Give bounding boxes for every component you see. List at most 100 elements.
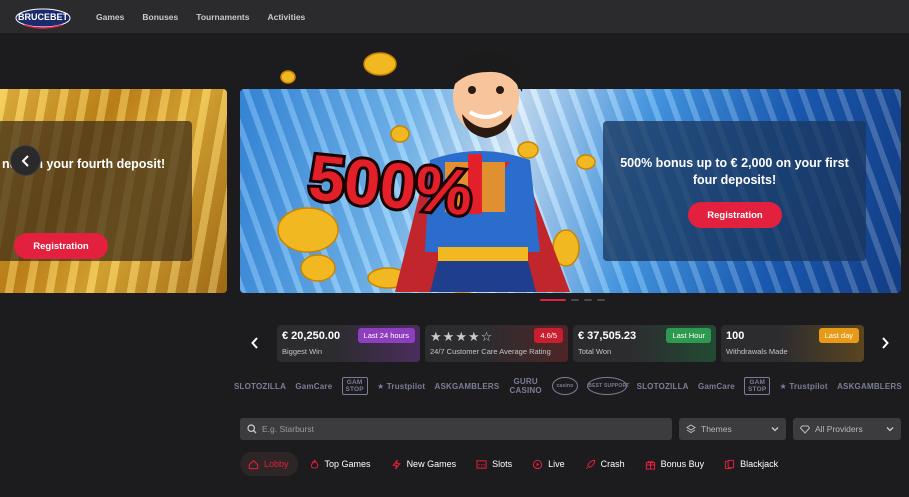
nav-games[interactable]: Games bbox=[96, 12, 124, 22]
partner-logo[interactable]: GamCare bbox=[295, 382, 332, 391]
brucebet-logo[interactable]: BRUCEBET bbox=[14, 3, 72, 30]
partner-logo[interactable]: SLOTOZILLA bbox=[637, 382, 689, 391]
game-search bbox=[240, 418, 672, 440]
star-icon: ★ bbox=[442, 329, 455, 344]
stat-value: € 20,250.00 bbox=[282, 330, 341, 342]
house-icon bbox=[248, 459, 259, 469]
category-lobby[interactable]: Lobby bbox=[240, 452, 298, 476]
carousel-dot[interactable] bbox=[571, 299, 579, 301]
stat-badge: Last Hour bbox=[666, 328, 711, 343]
category-label: Live bbox=[548, 459, 565, 469]
rating-stars: ★ ★ ★ ★ ☆ bbox=[430, 330, 492, 343]
partner-logo[interactable]: ★ Trustpilot bbox=[780, 382, 828, 391]
category-label: Top Games bbox=[324, 459, 371, 469]
promo-title: 500% bonus up to € 2,000 on your first f… bbox=[620, 156, 849, 187]
partner-logo[interactable]: casino bbox=[551, 377, 578, 395]
partner-logo[interactable]: GamCare bbox=[698, 382, 735, 391]
game-categories: Lobby Top Games New Games 777 Slots Live… bbox=[240, 452, 790, 476]
svg-text:777: 777 bbox=[478, 462, 486, 467]
star-half-icon: ☆ bbox=[480, 329, 493, 344]
diamond-icon bbox=[800, 425, 810, 434]
category-crash[interactable]: Crash bbox=[577, 452, 634, 476]
partner-logo[interactable]: ASKGAMBLERS bbox=[837, 382, 902, 391]
search-icon bbox=[247, 424, 257, 434]
category-label: Bonus Buy bbox=[660, 459, 705, 469]
rocket-icon bbox=[585, 459, 595, 469]
category-slots[interactable]: 777 Slots bbox=[468, 452, 521, 476]
top-bar: BRUCEBET Games Bonuses Tournaments Activ… bbox=[0, 0, 909, 33]
promo-slide-previous[interactable]: nus on your fourth deposit! Registration bbox=[0, 89, 227, 293]
category-blackjack[interactable]: Blackjack bbox=[716, 452, 787, 476]
category-label: Slots bbox=[492, 459, 513, 469]
category-live[interactable]: Live bbox=[524, 452, 574, 476]
partner-logo[interactable]: BEST SUPPORT bbox=[587, 377, 629, 395]
partner-label: Trustpilot bbox=[386, 381, 426, 391]
category-label: New Games bbox=[406, 459, 457, 469]
logo-text: BRUCEBET bbox=[18, 12, 69, 22]
stat-biggest-win: € 20,250.00 Biggest Win Last 24 hours bbox=[277, 325, 420, 362]
category-label: Crash bbox=[600, 459, 625, 469]
partner-label: Trustpilot bbox=[789, 381, 828, 391]
stat-withdrawals: 100 Withdrawals Made Last day bbox=[721, 325, 864, 362]
stat-value: 100 bbox=[726, 330, 745, 342]
chevron-left-icon bbox=[21, 154, 29, 167]
partner-logo[interactable]: GAM STOP bbox=[744, 377, 771, 395]
promo-panel: nus on your fourth deposit! Registration bbox=[0, 121, 192, 261]
promo-slide-main[interactable]: 500% bonus up to € 2,000 on your first f… bbox=[240, 89, 901, 293]
carousel-dot[interactable] bbox=[540, 299, 566, 301]
stat-value: € 37,505.23 bbox=[578, 330, 637, 342]
partner-logo[interactable]: GURU CASINO bbox=[509, 377, 543, 395]
stat-label: Withdrawals Made bbox=[726, 347, 788, 356]
slot-icon: 777 bbox=[476, 459, 487, 469]
stats-next-button[interactable] bbox=[877, 333, 893, 353]
nav-bonuses[interactable]: Bonuses bbox=[142, 12, 178, 22]
star-icon: ★ bbox=[467, 329, 480, 344]
carousel-prev-button[interactable] bbox=[10, 145, 41, 176]
stat-label: Total Won bbox=[578, 347, 612, 356]
stat-total-won: € 37,505.23 Total Won Last Hour bbox=[573, 325, 716, 362]
partner-logo[interactable]: SLOTOZILLA bbox=[234, 382, 286, 391]
nav-activities[interactable]: Activities bbox=[267, 12, 305, 22]
search-input[interactable] bbox=[262, 424, 662, 434]
flame-icon bbox=[310, 459, 318, 469]
gift-icon bbox=[645, 460, 655, 470]
category-new-games[interactable]: New Games bbox=[383, 452, 466, 476]
providers-select-value: All Providers bbox=[815, 424, 863, 434]
themes-select-value: Themes bbox=[701, 424, 732, 434]
promo-panel: 500% bonus up to € 2,000 on your first f… bbox=[603, 121, 866, 261]
partner-logo[interactable]: ASKGAMBLERS bbox=[435, 382, 500, 391]
carousel-dot[interactable] bbox=[584, 299, 592, 301]
lightning-icon bbox=[391, 459, 401, 469]
stat-badge: Last 24 hours bbox=[357, 328, 415, 343]
category-label: Lobby bbox=[264, 459, 289, 469]
stat-customer-rating: ★ ★ ★ ★ ☆ 24/7 Customer Care Average Rat… bbox=[425, 325, 568, 362]
chevron-down-icon bbox=[886, 427, 894, 432]
star-icon: ★ bbox=[430, 329, 442, 344]
registration-button[interactable]: Registration bbox=[14, 233, 108, 259]
carousel-dot[interactable] bbox=[597, 299, 605, 301]
registration-button[interactable]: Registration bbox=[688, 202, 782, 228]
chevron-left-icon bbox=[251, 337, 258, 349]
themes-select[interactable]: Themes bbox=[679, 418, 786, 440]
stat-label: Biggest Win bbox=[282, 347, 323, 356]
nav-tournaments[interactable]: Tournaments bbox=[196, 12, 249, 22]
chevron-down-icon bbox=[771, 427, 779, 432]
stat-badge: 4.6/5 bbox=[534, 328, 563, 343]
chevron-right-icon bbox=[882, 337, 889, 349]
layers-icon bbox=[686, 424, 696, 434]
carousel-dots bbox=[540, 299, 605, 301]
stat-label: 24/7 Customer Care Average Rating bbox=[430, 347, 551, 356]
partner-logo[interactable]: ★ Trustpilot bbox=[377, 382, 425, 391]
category-top-games[interactable]: Top Games bbox=[301, 452, 380, 476]
cards-icon bbox=[725, 459, 735, 469]
star-icon: ★ bbox=[376, 381, 387, 391]
category-bonus-buy[interactable]: Bonus Buy bbox=[637, 452, 714, 476]
main-nav: Games Bonuses Tournaments Activities bbox=[96, 0, 305, 33]
stats-prev-button[interactable] bbox=[247, 333, 263, 353]
category-label: Blackjack bbox=[740, 459, 779, 469]
live-icon bbox=[532, 459, 543, 469]
star-icon: ★ bbox=[455, 329, 467, 344]
providers-select[interactable]: All Providers bbox=[793, 418, 901, 440]
stat-badge: Last day bbox=[818, 328, 859, 343]
partner-logo[interactable]: GAM STOP bbox=[341, 377, 368, 395]
